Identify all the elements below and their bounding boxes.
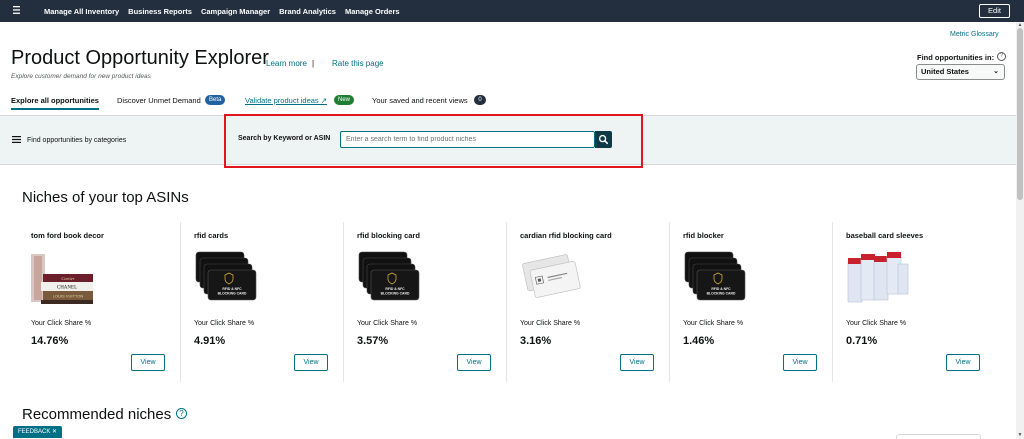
click-share-label: Your Click Share %	[520, 320, 581, 327]
card-sleeves-image	[846, 250, 910, 308]
niche-card-title: rfid blocker	[683, 231, 724, 240]
click-share-value: 0.71%	[846, 335, 878, 347]
page-title: Product Opportunity Explorer	[11, 47, 269, 69]
feedback-button[interactable]: FEEDBACK ✕	[13, 426, 63, 438]
bottom-control	[896, 434, 981, 439]
niche-card-title: rfid blocking card	[357, 231, 420, 240]
svg-text:BLOCKING CARD: BLOCKING CARD	[707, 292, 736, 296]
top-asins-cards: tom ford book decor Cartier CHANEL LOUIS…	[18, 222, 998, 382]
click-share-label: Your Click Share %	[357, 320, 418, 327]
scroll-down-arrow-icon[interactable]: ▼	[1017, 432, 1023, 438]
list-menu-icon[interactable]	[12, 136, 21, 144]
view-button[interactable]: View	[620, 354, 654, 371]
svg-text:LOUIS VUITTON: LOUIS VUITTON	[53, 294, 84, 299]
edit-button[interactable]: Edit	[979, 4, 1010, 18]
nav-campaign-manager[interactable]: Campaign Manager	[201, 7, 270, 16]
view-button[interactable]: View	[946, 354, 980, 371]
niche-card: rfid blocker RFID & NFC BLOCKING CARD Yo…	[670, 222, 833, 382]
white-card-image	[520, 250, 584, 308]
new-badge: New	[334, 95, 355, 105]
tab-discover-unmet-demand[interactable]: Discover Unmet Demand	[117, 96, 201, 105]
chevron-down-icon: ⌄	[993, 68, 999, 75]
nav-business-reports[interactable]: Business Reports	[128, 7, 192, 16]
tab-explore-all[interactable]: Explore all opportunities	[11, 96, 99, 110]
beta-badge: Beta	[205, 95, 226, 105]
niche-card-title: cardian rfid blocking card	[520, 231, 612, 240]
tab-validate-product-ideas[interactable]: Validate product ideas ↗	[245, 96, 327, 105]
view-button[interactable]: View	[294, 354, 328, 371]
country-select-value: United States	[921, 67, 969, 76]
rfid-card-image: RFID & NFC BLOCKING CARD	[683, 250, 747, 308]
recommended-niches-title: Recommended niches	[22, 406, 172, 423]
search-input[interactable]	[340, 131, 595, 148]
help-circle-icon[interactable]: ?	[176, 408, 187, 419]
nav-items: Manage All Inventory Business Reports Ca…	[44, 0, 400, 22]
metric-glossary-link[interactable]: Metric Glossary	[950, 31, 999, 38]
niche-card-title: baseball card sleeves	[846, 231, 924, 240]
svg-text:RFID & NFC: RFID & NFC	[711, 287, 731, 291]
click-share-value: 4.91%	[194, 335, 226, 347]
scrollbar-thumb[interactable]	[1017, 28, 1023, 200]
click-share-label: Your Click Share %	[683, 320, 744, 327]
rfid-card-image: RFID & NFC BLOCKING CARD	[357, 250, 421, 308]
svg-text:RFID & NFC: RFID & NFC	[222, 287, 242, 291]
view-button[interactable]: View	[457, 354, 491, 371]
rfid-card-image: RFID & NFC BLOCKING CARD	[194, 250, 258, 308]
niche-card-title: rfid cards	[194, 231, 229, 240]
saved-count-badge: 0	[474, 95, 486, 105]
nav-brand-analytics[interactable]: Brand Analytics	[279, 7, 336, 16]
find-opportunities-label: Find opportunities in:	[917, 53, 995, 62]
hamburger-icon[interactable]	[13, 6, 20, 16]
niche-card: rfid blocking card RFID & NFC BLOCKING C…	[344, 222, 507, 382]
click-share-label: Your Click Share %	[194, 320, 255, 327]
svg-text:BLOCKING CARD: BLOCKING CARD	[218, 292, 247, 296]
click-share-value: 1.46%	[683, 335, 715, 347]
click-share-label: Your Click Share %	[31, 320, 92, 327]
svg-text:RFID & NFC: RFID & NFC	[385, 287, 405, 291]
tab-saved-recent-views[interactable]: Your saved and recent views	[372, 96, 468, 105]
find-by-categories-link[interactable]: Find opportunities by categories	[27, 137, 126, 144]
view-button[interactable]: View	[131, 354, 165, 371]
svg-text:BLOCKING CARD: BLOCKING CARD	[381, 292, 410, 296]
click-share-value: 3.57%	[357, 335, 389, 347]
top-nav-bar: Manage All Inventory Business Reports Ca…	[0, 0, 1024, 22]
niche-card: tom ford book decor Cartier CHANEL LOUIS…	[18, 222, 181, 382]
search-icon	[598, 134, 609, 145]
search-label: Search by Keyword or ASIN	[238, 135, 331, 142]
view-button[interactable]: View	[783, 354, 817, 371]
svg-text:Cartier: Cartier	[61, 276, 75, 281]
learn-more-link[interactable]: Learn more	[266, 59, 307, 68]
search-button[interactable]	[595, 131, 612, 148]
country-select[interactable]: United States ⌄	[916, 64, 1005, 80]
help-circle-icon[interactable]: ?	[997, 52, 1006, 61]
nav-manage-inventory[interactable]: Manage All Inventory	[44, 7, 119, 16]
niche-card: cardian rfid blocking card Your Click Sh…	[507, 222, 670, 382]
nav-manage-orders[interactable]: Manage Orders	[345, 7, 400, 16]
click-share-value: 3.16%	[520, 335, 552, 347]
header-separator: |	[312, 59, 315, 68]
rate-page-link[interactable]: Rate this page	[332, 59, 384, 68]
scroll-up-arrow-icon[interactable]: ▲	[1017, 22, 1023, 28]
click-share-label: Your Click Share %	[846, 320, 907, 327]
niche-card-title: tom ford book decor	[31, 231, 104, 240]
top-asins-title: Niches of your top ASINs	[22, 189, 189, 206]
page-subtitle: Explore customer demand for new product …	[11, 73, 151, 80]
book-stack-image: Cartier CHANEL LOUIS VUITTON	[31, 250, 95, 308]
svg-text:CHANEL: CHANEL	[57, 286, 77, 291]
niche-card: baseball card sleeves Your Click Share %…	[833, 222, 996, 382]
niche-card: rfid cards RFID & NFC BLOCKING CARD Your…	[181, 222, 344, 382]
click-share-value: 14.76%	[31, 335, 69, 347]
